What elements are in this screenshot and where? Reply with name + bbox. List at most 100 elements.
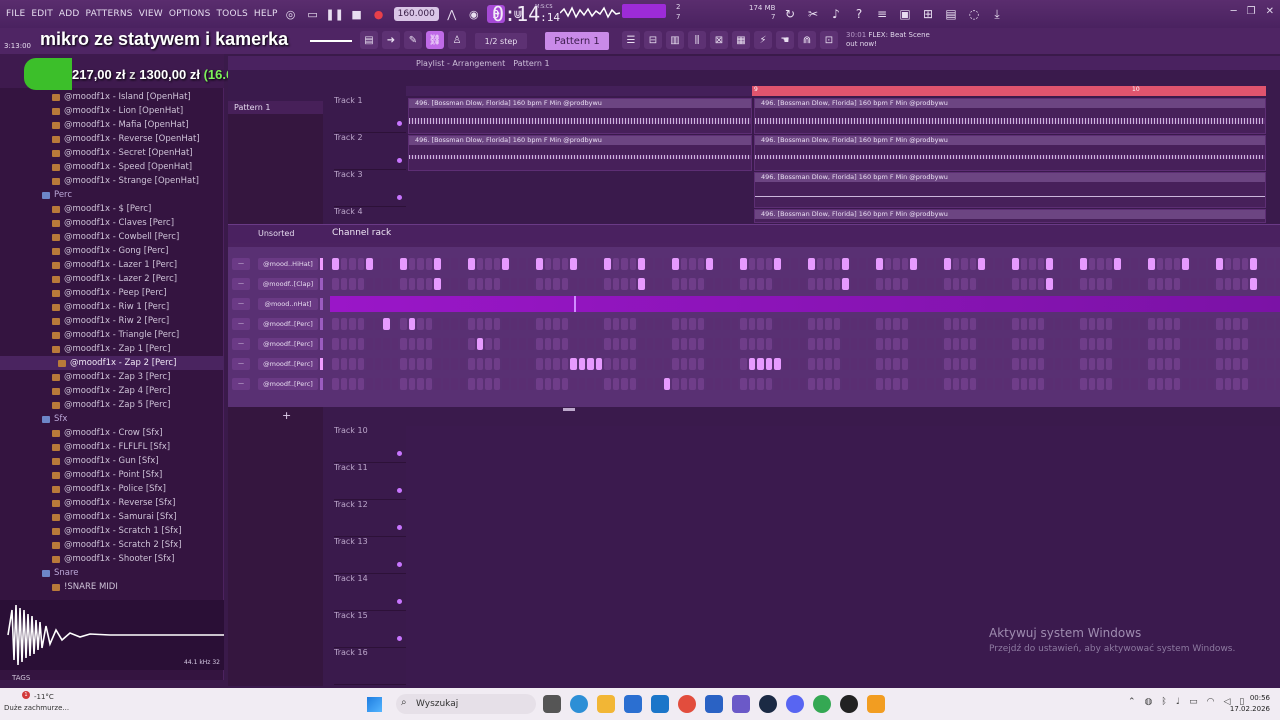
step-button[interactable] xyxy=(408,378,415,390)
step-button[interactable] xyxy=(867,258,874,270)
step-button[interactable] xyxy=(604,258,611,270)
step-button[interactable] xyxy=(816,358,823,370)
track-header[interactable]: Track 11 xyxy=(334,463,406,500)
step-button[interactable] xyxy=(833,378,840,390)
step-button[interactable] xyxy=(1037,378,1044,390)
step-button[interactable] xyxy=(349,378,356,390)
step-button[interactable] xyxy=(332,338,339,350)
step-button[interactable] xyxy=(1190,378,1197,390)
step-button[interactable] xyxy=(910,318,917,330)
step-button[interactable] xyxy=(1199,318,1206,330)
step-button[interactable] xyxy=(672,318,679,330)
step-button[interactable] xyxy=(425,338,432,350)
discord-icon[interactable] xyxy=(786,695,804,713)
step-button[interactable] xyxy=(808,278,815,290)
step-button[interactable] xyxy=(638,258,645,270)
step-button[interactable] xyxy=(621,358,628,370)
step-button[interactable] xyxy=(791,358,798,370)
step-button[interactable] xyxy=(332,378,339,390)
track-header[interactable]: Track 10 xyxy=(334,426,406,463)
step-button[interactable] xyxy=(748,318,755,330)
step-button[interactable] xyxy=(799,358,806,370)
step-button[interactable] xyxy=(893,378,900,390)
step-button[interactable] xyxy=(1258,318,1265,330)
step-button[interactable] xyxy=(1224,378,1231,390)
step-button[interactable] xyxy=(400,318,407,330)
step-button[interactable] xyxy=(357,318,364,330)
step-button[interactable] xyxy=(1267,378,1274,390)
channel-name-button[interactable]: @moodf..[Perc] xyxy=(258,338,318,350)
channel-mute-button[interactable]: — xyxy=(232,378,250,390)
step-button[interactable] xyxy=(612,318,619,330)
step-button[interactable] xyxy=(1003,318,1010,330)
step-button[interactable] xyxy=(374,258,381,270)
browser-icon[interactable]: ▦ xyxy=(732,31,750,49)
step-button[interactable] xyxy=(510,318,517,330)
chrome-icon[interactable] xyxy=(678,695,696,713)
browser-item[interactable]: @moodf1x - Lazer 1 [Perc] xyxy=(0,258,224,272)
track-header[interactable]: Track 14 xyxy=(334,574,406,611)
mic-icon[interactable]: ♩ xyxy=(1176,697,1180,707)
step-button[interactable] xyxy=(357,338,364,350)
step-button[interactable] xyxy=(944,278,951,290)
step-button[interactable] xyxy=(876,278,883,290)
step-button[interactable] xyxy=(366,378,373,390)
step-button[interactable] xyxy=(1258,338,1265,350)
step-button[interactable] xyxy=(646,338,653,350)
step-button[interactable] xyxy=(604,378,611,390)
step-button[interactable] xyxy=(961,338,968,350)
menu-options[interactable]: OPTIONS xyxy=(169,9,211,19)
step-button[interactable] xyxy=(927,258,934,270)
step-button[interactable] xyxy=(808,318,815,330)
step-button[interactable] xyxy=(1046,278,1053,290)
step-button[interactable] xyxy=(476,378,483,390)
step-button[interactable] xyxy=(527,278,534,290)
step-button[interactable] xyxy=(876,358,883,370)
step-button[interactable] xyxy=(519,258,526,270)
step-button[interactable] xyxy=(927,358,934,370)
step-button[interactable] xyxy=(1020,318,1027,330)
browser-folder[interactable]: Snare xyxy=(0,566,224,580)
step-button[interactable] xyxy=(519,278,526,290)
step-button[interactable] xyxy=(1165,378,1172,390)
step-button[interactable] xyxy=(1097,358,1104,370)
step-button[interactable] xyxy=(867,338,874,350)
step-button[interactable] xyxy=(1190,338,1197,350)
step-button[interactable] xyxy=(383,258,390,270)
step-button[interactable] xyxy=(833,358,840,370)
step-button[interactable] xyxy=(969,318,976,330)
step-button[interactable] xyxy=(859,358,866,370)
step-button[interactable] xyxy=(842,358,849,370)
step-button[interactable] xyxy=(663,378,670,390)
song-mode-icon[interactable]: ▭ xyxy=(304,5,322,23)
step-button[interactable] xyxy=(850,358,857,370)
step-button[interactable] xyxy=(1003,258,1010,270)
step-button[interactable] xyxy=(578,318,585,330)
step-button[interactable] xyxy=(536,358,543,370)
step-button[interactable] xyxy=(816,338,823,350)
step-button[interactable] xyxy=(918,338,925,350)
step-button[interactable] xyxy=(850,258,857,270)
piano-roll-icon[interactable]: ▤ xyxy=(360,31,378,49)
step-button[interactable] xyxy=(349,258,356,270)
step-button[interactable] xyxy=(978,258,985,270)
browser-item[interactable]: @moodf1x - Secret [OpenHat] xyxy=(0,146,224,160)
step-button[interactable] xyxy=(876,258,883,270)
step-button[interactable] xyxy=(893,318,900,330)
step-button[interactable] xyxy=(774,338,781,350)
step-button[interactable] xyxy=(578,378,585,390)
save-icon[interactable]: ▣ xyxy=(895,4,915,24)
step-button[interactable] xyxy=(791,338,798,350)
magnet-icon[interactable]: ⋒ xyxy=(798,31,816,49)
step-button[interactable] xyxy=(842,278,849,290)
step-button[interactable] xyxy=(952,378,959,390)
step-button[interactable] xyxy=(867,378,874,390)
step-button[interactable] xyxy=(1114,258,1121,270)
display-icon[interactable]: ▭ xyxy=(1189,697,1198,707)
step-button[interactable] xyxy=(1139,258,1146,270)
step-button[interactable] xyxy=(1029,358,1036,370)
step-button[interactable] xyxy=(1165,338,1172,350)
step-button[interactable] xyxy=(1080,278,1087,290)
cut-icon[interactable]: ✂ xyxy=(803,4,823,24)
step-button[interactable] xyxy=(952,318,959,330)
